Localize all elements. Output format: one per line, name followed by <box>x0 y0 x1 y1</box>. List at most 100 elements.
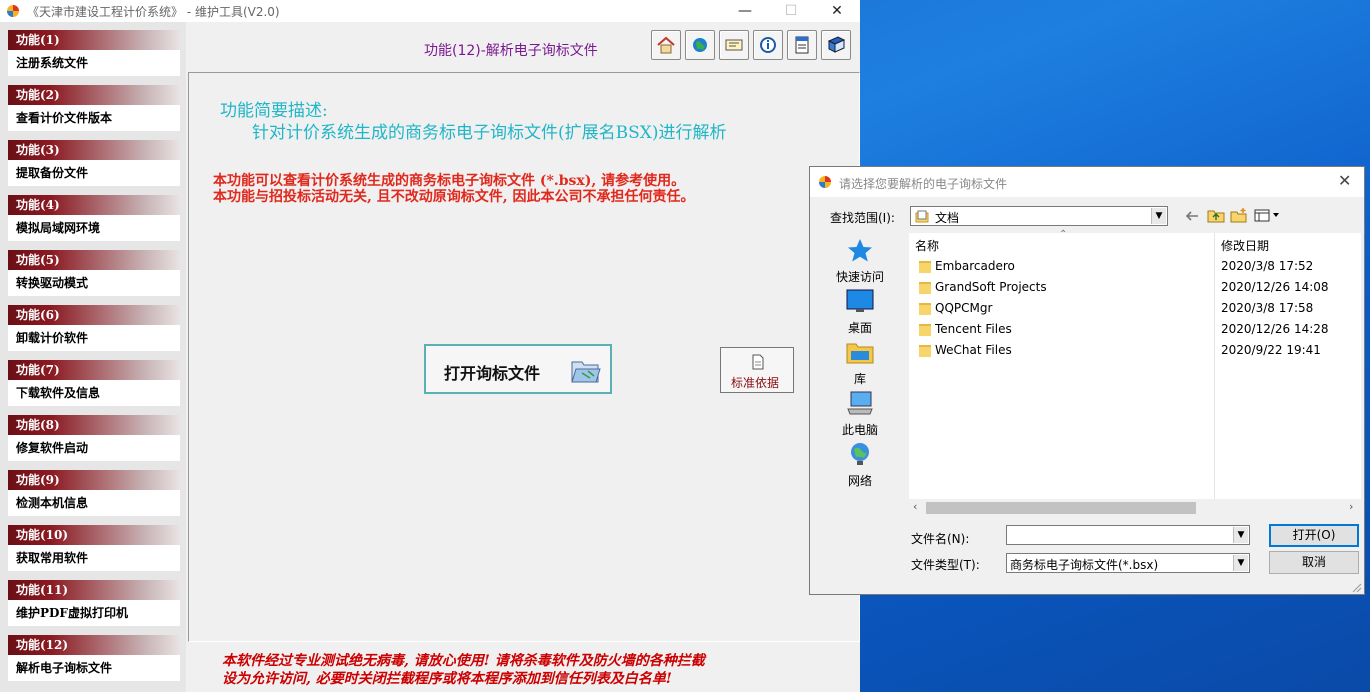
file-name: QQPCMgr <box>935 301 993 315</box>
file-row[interactable]: GrandSoft Projects 2020/12/26 14:08 <box>915 278 1355 299</box>
dialog-close-button[interactable]: ✕ <box>1338 171 1351 190</box>
open-inquiry-file-button[interactable]: 打开询标文件 <box>424 344 612 394</box>
folder-icon <box>919 261 931 273</box>
look-in-value: 文档 <box>935 211 960 225</box>
sidebar-item-12[interactable]: 功能(12) 解析电子询标文件 <box>8 635 180 683</box>
documents-icon <box>915 210 929 223</box>
chevron-down-icon[interactable]: ▼ <box>1151 208 1166 224</box>
horizontal-scrollbar[interactable]: ‹ › <box>909 499 1361 517</box>
file-name: WeChat Files <box>935 343 1012 357</box>
web-button[interactable] <box>685 30 715 60</box>
sidebar-item-head: 功能(6) <box>8 305 180 325</box>
chevron-down-icon[interactable]: ▼ <box>1233 527 1248 543</box>
scrollbar-thumb[interactable] <box>926 502 1196 514</box>
places-bar: 快速访问 桌面 库 此电脑 网络 <box>828 233 892 493</box>
view-menu-icon[interactable] <box>1254 209 1282 223</box>
place-desktop[interactable]: 桌面 <box>828 288 892 336</box>
scroll-right-icon[interactable]: › <box>1349 500 1353 513</box>
library-icon <box>846 343 874 364</box>
sidebar-item-head: 功能(5) <box>8 250 180 270</box>
minimize-button[interactable]: — <box>722 0 768 22</box>
sidebar-item-5[interactable]: 功能(5) 转换驱动模式 <box>8 250 180 298</box>
description-body: 针对计价系统生成的商务标电子询标文件(扩展名BSX)进行解析 <box>252 123 727 143</box>
sidebar-item-8[interactable]: 功能(8) 修复软件启动 <box>8 415 180 463</box>
sidebar-item-2[interactable]: 功能(2) 查看计价文件版本 <box>8 85 180 133</box>
look-in-dropdown[interactable]: 文档 ▼ <box>910 206 1168 226</box>
book-icon <box>827 36 846 53</box>
up-folder-icon[interactable] <box>1207 207 1225 223</box>
file-name: Tencent Files <box>935 322 1012 336</box>
main-titlebar[interactable]: 《天津市建设工程计价系统》 - 维护工具(V2.0) — ☐ ✕ <box>0 0 860 22</box>
sidebar-item-6[interactable]: 功能(6) 卸载计价软件 <box>8 305 180 353</box>
file-date: 2020/9/22 19:41 <box>1221 343 1321 357</box>
dialog-titlebar[interactable]: 请选择您要解析的电子询标文件 ✕ <box>810 167 1364 197</box>
place-label: 网络 <box>847 474 872 488</box>
sidebar-item-7[interactable]: 功能(7) 下载软件及信息 <box>8 360 180 408</box>
cancel-button[interactable]: 取消 <box>1269 551 1359 574</box>
place-label: 此电脑 <box>841 423 878 437</box>
sidebar-item-head: 功能(9) <box>8 470 180 490</box>
file-row[interactable]: QQPCMgr 2020/3/8 17:58 <box>915 299 1355 320</box>
place-network[interactable]: 网络 <box>828 441 892 489</box>
place-this-pc[interactable]: 此电脑 <box>828 390 892 438</box>
sidebar-item-10[interactable]: 功能(10) 获取常用软件 <box>8 525 180 573</box>
home-icon <box>657 36 675 54</box>
file-row[interactable]: Embarcadero 2020/3/8 17:52 <box>915 257 1355 278</box>
contact-button[interactable] <box>719 30 749 60</box>
file-row[interactable]: WeChat Files 2020/9/22 19:41 <box>915 341 1355 362</box>
app-logo-icon <box>819 176 831 188</box>
place-quick-access[interactable]: 快速访问 <box>828 237 892 285</box>
sidebar-item-9[interactable]: 功能(9) 检测本机信息 <box>8 470 180 518</box>
card-icon <box>725 39 743 51</box>
file-row[interactable]: Tencent Files 2020/12/26 14:28 <box>915 320 1355 341</box>
chevron-down-icon[interactable]: ▼ <box>1233 555 1248 571</box>
sidebar-item-1[interactable]: 功能(1) 注册系统文件 <box>8 30 180 78</box>
filename-label: 文件名(N): <box>911 532 970 546</box>
open-button[interactable]: 打开(O) <box>1269 524 1359 547</box>
file-name: Embarcadero <box>935 259 1015 273</box>
filetype-label: 文件类型(T): <box>911 558 980 572</box>
new-folder-icon[interactable] <box>1230 207 1248 223</box>
footer-notice-1: 本软件经过专业测试绝无病毒, 请放心使用! 请将杀毒软件及防火墙的各种拦截 <box>222 653 705 669</box>
document-button[interactable] <box>787 30 817 60</box>
resize-grip-icon[interactable] <box>1350 581 1362 593</box>
desktop-icon <box>846 289 874 312</box>
window-title: 《天津市建设工程计价系统》 - 维护工具(V2.0) <box>27 5 280 19</box>
file-date: 2020/12/26 14:28 <box>1221 322 1329 336</box>
filetype-select[interactable]: 商务标电子询标文件(*.bsx) ▼ <box>1006 553 1250 573</box>
file-date: 2020/3/8 17:52 <box>1221 259 1314 273</box>
main-window: 《天津市建设工程计价系统》 - 维护工具(V2.0) — ☐ ✕ 功能(1) 注… <box>0 0 860 692</box>
app-logo-icon <box>7 5 19 17</box>
scroll-left-icon[interactable]: ‹ <box>913 500 917 513</box>
folder-icon <box>919 282 931 294</box>
filetype-value: 商务标电子询标文件(*.bsx) <box>1010 558 1159 572</box>
standard-basis-button[interactable]: 标准依据 <box>720 347 794 393</box>
filename-input[interactable]: ▼ <box>1006 525 1250 545</box>
sidebar-item-11[interactable]: 功能(11) 维护PDF虚拟打印机 <box>8 580 180 628</box>
column-header-modified[interactable]: 修改日期 <box>1221 237 1269 254</box>
sidebar-item-label: 修复软件启动 <box>8 435 180 461</box>
file-open-dialog: 请选择您要解析的电子询标文件 ✕ 查找范围(I): 文档 ▼ 快速访问 桌面 库… <box>809 166 1365 595</box>
sidebar-item-3[interactable]: 功能(3) 提取备份文件 <box>8 140 180 188</box>
sidebar-item-head: 功能(8) <box>8 415 180 435</box>
close-button[interactable]: ✕ <box>814 0 860 22</box>
sidebar-item-label: 解析电子询标文件 <box>8 655 180 681</box>
dialog-title: 请选择您要解析的电子询标文件 <box>839 177 1008 191</box>
back-arrow-icon[interactable] <box>1184 209 1200 223</box>
sidebar-item-head: 功能(7) <box>8 360 180 380</box>
help-book-button[interactable] <box>821 30 851 60</box>
sidebar-item-label: 查看计价文件版本 <box>8 105 180 131</box>
sidebar-item-4[interactable]: 功能(4) 模拟局域网环境 <box>8 195 180 243</box>
maximize-button[interactable]: ☐ <box>768 0 814 22</box>
column-header-name[interactable]: 名称 <box>915 237 939 254</box>
globe-icon <box>693 38 707 52</box>
sidebar-item-label: 模拟局域网环境 <box>8 215 180 241</box>
sidebar-item-label: 转换驱动模式 <box>8 270 180 296</box>
info-icon <box>760 37 776 53</box>
home-button[interactable] <box>651 30 681 60</box>
place-libraries[interactable]: 库 <box>828 339 892 387</box>
sort-up-icon: ⌃ <box>1059 229 1068 240</box>
place-label: 快速访问 <box>835 270 884 284</box>
sidebar-item-head: 功能(4) <box>8 195 180 215</box>
info-button[interactable] <box>753 30 783 60</box>
